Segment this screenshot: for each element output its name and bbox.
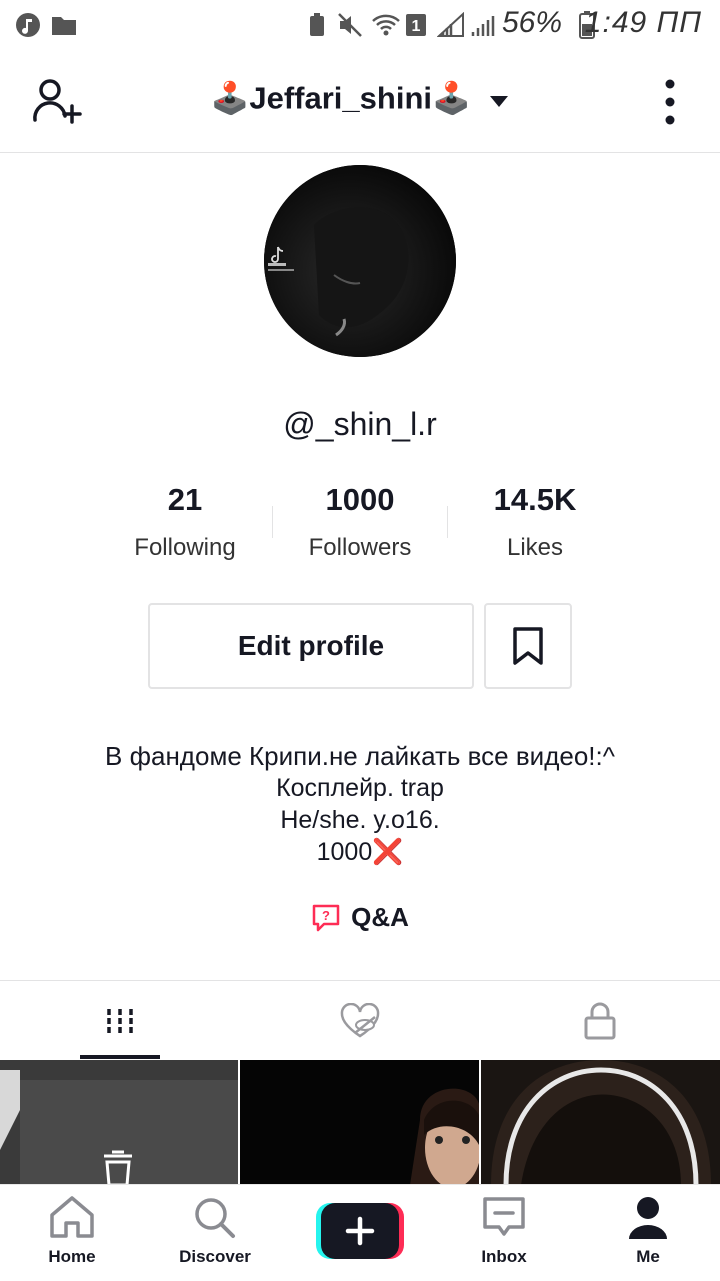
tab-private[interactable]: [480, 981, 720, 1061]
grid-icon: [107, 1009, 133, 1033]
profile-handle: @_shin_l.r: [283, 406, 437, 442]
avatar-image: [264, 165, 456, 357]
nav-inbox[interactable]: Inbox: [432, 1185, 576, 1281]
avatar[interactable]: [264, 165, 456, 357]
thumbnail-image: [0, 1060, 238, 1185]
plus-icon: [316, 1203, 404, 1259]
status-time: 1:49 ПП: [584, 6, 702, 39]
bio-line: Косплейр. trap: [276, 774, 444, 802]
nav-inbox-label: Inbox: [481, 1247, 527, 1266]
nav-home[interactable]: Home: [0, 1185, 144, 1281]
wifi-icon: [370, 10, 402, 40]
search-icon: [195, 1198, 235, 1238]
folder-icon: [50, 10, 78, 40]
svg-text:?: ?: [322, 908, 330, 923]
bio-line: В фандоме Крипи.не лайкать все видео!:^: [105, 741, 615, 771]
video-thumbnail[interactable]: [481, 1060, 720, 1185]
status-bar: 1 56% 1:49 ПП: [0, 0, 720, 50]
qa-label: Q&A: [351, 902, 409, 932]
mute-icon: [336, 10, 364, 40]
stat-following[interactable]: 21 Following: [95, 482, 275, 562]
likes-count: 14.5K: [493, 482, 577, 517]
account-switcher[interactable]: 🕹️Jeffari_shini🕹️: [0, 78, 720, 116]
thumbnail-image: [481, 1060, 720, 1185]
home-icon: [50, 1196, 94, 1238]
profile-icon: [629, 1197, 667, 1239]
chevron-down-icon: [489, 80, 509, 116]
battery-percent: 56%: [502, 6, 563, 39]
profile-tabs: [0, 980, 720, 1061]
tab-videos[interactable]: [0, 981, 240, 1061]
nav-me[interactable]: Me: [576, 1185, 720, 1281]
stat-followers[interactable]: 1000 Followers: [270, 482, 450, 562]
question-bubble-icon: ?: [312, 904, 340, 931]
followers-label: Followers: [308, 534, 412, 561]
signal-2-icon: [470, 10, 496, 40]
bio-line: 1000❌: [316, 838, 404, 866]
bookmark-icon: [513, 627, 543, 665]
nav-discover[interactable]: Discover: [143, 1185, 287, 1281]
inbox-icon: [483, 1197, 525, 1236]
tab-liked[interactable]: [240, 981, 480, 1061]
music-app-icon: [14, 10, 42, 40]
followers-count: 1000: [325, 482, 395, 517]
nav-discover-label: Discover: [179, 1247, 251, 1266]
edit-profile-button[interactable]: Edit profile: [148, 603, 474, 689]
battery-saver-icon: [304, 10, 330, 40]
nav-me-label: Me: [636, 1247, 660, 1266]
favorites-button[interactable]: [484, 603, 572, 689]
page-title: 🕹️Jeffari_shini🕹️: [210, 80, 471, 116]
sim-1-icon: 1: [404, 10, 428, 40]
active-tab-indicator: [80, 1055, 160, 1059]
bottom-nav: Home Discover Inbox Me: [0, 1184, 720, 1281]
more-vertical-icon: [665, 79, 675, 125]
qa-link[interactable]: ? Q&A: [0, 902, 720, 933]
bio-line: He/she. y.o16.: [280, 806, 440, 834]
hidden-heart-icon: [340, 1003, 380, 1038]
thumbnail-image: [240, 1060, 479, 1185]
signal-icon: [436, 10, 466, 40]
following-label: Following: [134, 534, 236, 561]
following-count: 21: [167, 482, 203, 517]
profile-header: 🕹️Jeffari_shini🕹️: [0, 56, 720, 153]
lock-icon: [584, 1002, 616, 1040]
svg-text:1: 1: [412, 18, 421, 35]
more-options-button[interactable]: [652, 78, 688, 128]
profile-bio: В фандоме Крипи.не лайкать все видео!:^ …: [0, 740, 720, 868]
likes-label: Likes: [506, 534, 564, 561]
video-thumbnail[interactable]: [240, 1060, 479, 1185]
stat-likes[interactable]: 14.5K Likes: [445, 482, 625, 562]
create-button[interactable]: [316, 1203, 404, 1259]
nav-home-label: Home: [48, 1247, 96, 1266]
video-thumbnail[interactable]: [0, 1060, 238, 1185]
